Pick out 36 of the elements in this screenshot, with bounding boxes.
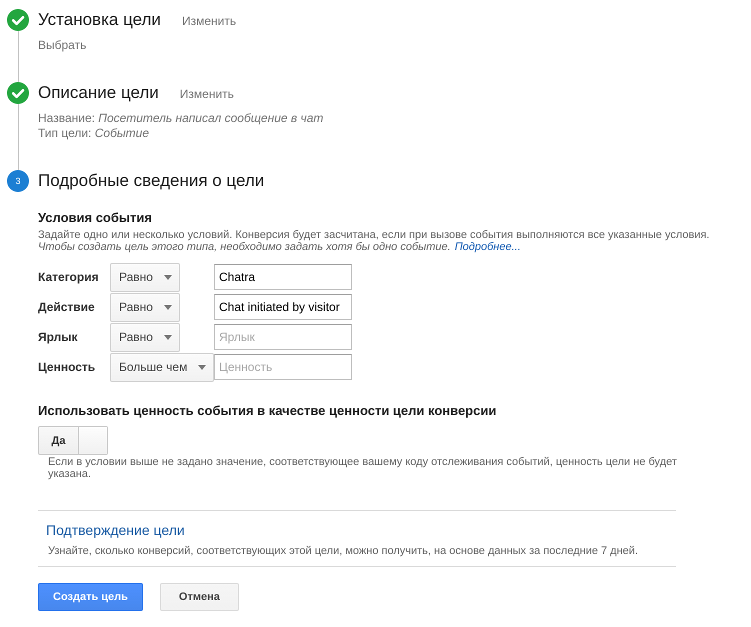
operator-dropdown[interactable]: Равно [110, 292, 180, 322]
condition-label: Ценность [38, 360, 96, 374]
switch-knob [78, 427, 107, 454]
toggle-description: Если в условии выше не задано значение, соответствующее вашему коду отслеживания событий, ценность цели не будет указана. [47, 456, 678, 480]
caret-icon [164, 334, 172, 340]
operator-dropdown[interactable]: Равно [110, 262, 180, 292]
learn-more-link[interactable]: Подробнее... [454, 241, 521, 253]
section-description: Задайте одно или несколько условий. Конверсия будет засчитана, если при вызове события выполняются все указанные условия. [38, 229, 710, 241]
edit-link[interactable]: Изменить [180, 83, 234, 105]
condition-value-field[interactable]: Chat initiated by visitor [214, 294, 352, 320]
condition-label: Категория [38, 270, 100, 284]
condition-value-field[interactable]: Ярлык [214, 324, 352, 350]
cancel-button[interactable]: Отмена [160, 583, 239, 611]
step-detail: Тип цели: Событие [38, 126, 149, 141]
condition-label: Действие [38, 300, 96, 314]
toggle-switch[interactable]: Да [38, 426, 108, 455]
step-detail: Название: Посетитель написал сообщение в чат [38, 111, 324, 126]
condition-value-field[interactable]: Chatra [214, 264, 352, 290]
condition-label: Ярлык [38, 330, 79, 344]
condition-value-field[interactable]: Ценность [214, 354, 352, 380]
verify-goal-link[interactable]: Подтверждение цели [46, 521, 185, 539]
section-note: Чтобы создать цель этого типа, необходимо задать хотя бы одно событие. [38, 241, 451, 253]
operator-dropdown[interactable]: Больше чем [110, 352, 214, 382]
caret-icon [198, 364, 206, 370]
step-number-badge: 3 [7, 170, 29, 192]
step-title: Описание цели [38, 82, 159, 104]
operator-dropdown[interactable]: Равно [110, 322, 180, 352]
step-title: Установка цели [38, 9, 161, 31]
step-title: Подробные сведения о цели [38, 170, 264, 192]
section-heading: Использовать ценность события в качестве ценности цели конверсии [38, 403, 498, 419]
caret-icon [164, 304, 172, 310]
edit-link[interactable]: Изменить [182, 10, 236, 32]
verify-description: Узнайте, сколько конверсий, соответствующих этой цели, можно получить, на основе данных за последние 7 дней. [47, 545, 639, 557]
caret-icon [164, 274, 172, 280]
section-heading: Условия события [38, 210, 153, 226]
step-detail: Выбрать [38, 38, 86, 53]
